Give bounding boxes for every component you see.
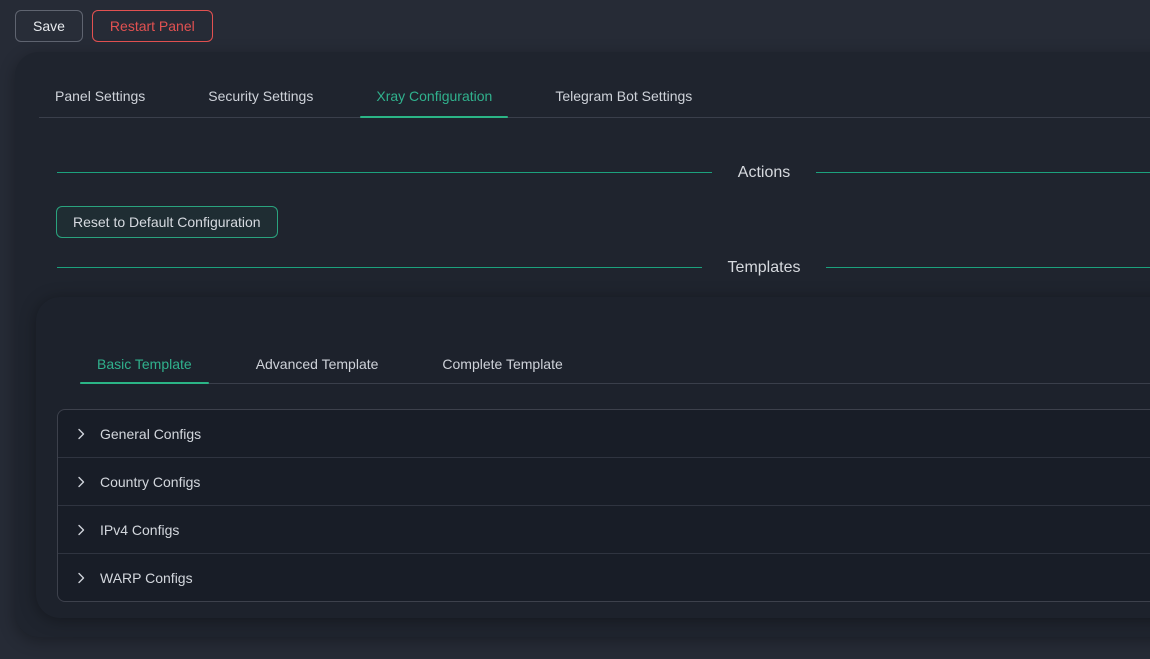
restart-panel-button[interactable]: Restart Panel xyxy=(92,10,213,42)
active-tab-indicator xyxy=(360,116,508,118)
tab-label: Panel Settings xyxy=(55,88,145,104)
tab-label: Advanced Template xyxy=(256,356,379,372)
divider-line xyxy=(57,267,702,268)
collapse-item-general-configs: General Configs xyxy=(58,410,1150,458)
tab-complete-template[interactable]: Complete Template xyxy=(425,345,579,383)
reset-default-configuration-button[interactable]: Reset to Default Configuration xyxy=(56,206,278,238)
tab-basic-template[interactable]: Basic Template xyxy=(80,345,209,383)
collapse-item-ipv4-configs: IPv4 Configs xyxy=(58,506,1150,554)
chevron-right-icon xyxy=(75,572,87,584)
collapse-item-label: WARP Configs xyxy=(100,570,193,586)
tab-telegram-bot-settings[interactable]: Telegram Bot Settings xyxy=(539,75,708,117)
divider-line xyxy=(816,172,1150,173)
tab-label: Xray Configuration xyxy=(376,88,492,104)
chevron-right-icon xyxy=(75,524,87,536)
tab-xray-configuration[interactable]: Xray Configuration xyxy=(360,75,508,117)
collapse-item-label: Country Configs xyxy=(100,474,200,490)
warp-configs-header[interactable]: WARP Configs xyxy=(58,554,1150,601)
tab-label: Basic Template xyxy=(97,356,192,372)
divider-line xyxy=(826,267,1150,268)
country-configs-header[interactable]: Country Configs xyxy=(58,458,1150,505)
collapse-item-warp-configs: WARP Configs xyxy=(58,554,1150,601)
divider-line xyxy=(57,172,712,173)
chevron-right-icon xyxy=(75,476,87,488)
templates-section-title: Templates xyxy=(702,259,827,277)
tab-label: Security Settings xyxy=(208,88,313,104)
templates-divider: Templates xyxy=(57,255,1150,280)
templates-card: Basic Template Advanced Template Complet… xyxy=(36,297,1150,618)
tab-advanced-template[interactable]: Advanced Template xyxy=(239,345,396,383)
tab-security-settings[interactable]: Security Settings xyxy=(192,75,329,117)
config-collapse-list: General Configs Country Configs xyxy=(57,409,1150,602)
ipv4-configs-header[interactable]: IPv4 Configs xyxy=(58,506,1150,553)
top-action-bar: Save Restart Panel xyxy=(0,0,1150,52)
actions-section-title: Actions xyxy=(712,164,816,182)
tab-label: Telegram Bot Settings xyxy=(555,88,692,104)
save-button[interactable]: Save xyxy=(15,10,83,42)
tab-panel-settings[interactable]: Panel Settings xyxy=(39,75,161,117)
tab-label: Complete Template xyxy=(442,356,562,372)
settings-tab-bar: Panel Settings Security Settings Xray Co… xyxy=(39,75,1150,118)
general-configs-header[interactable]: General Configs xyxy=(58,410,1150,457)
actions-divider: Actions xyxy=(57,160,1150,185)
template-tab-bar: Basic Template Advanced Template Complet… xyxy=(80,345,1150,384)
settings-card: Panel Settings Security Settings Xray Co… xyxy=(15,52,1150,637)
collapse-item-label: IPv4 Configs xyxy=(100,522,179,538)
collapse-item-label: General Configs xyxy=(100,426,201,442)
active-tab-indicator xyxy=(80,382,209,384)
collapse-item-country-configs: Country Configs xyxy=(58,458,1150,506)
chevron-right-icon xyxy=(75,428,87,440)
